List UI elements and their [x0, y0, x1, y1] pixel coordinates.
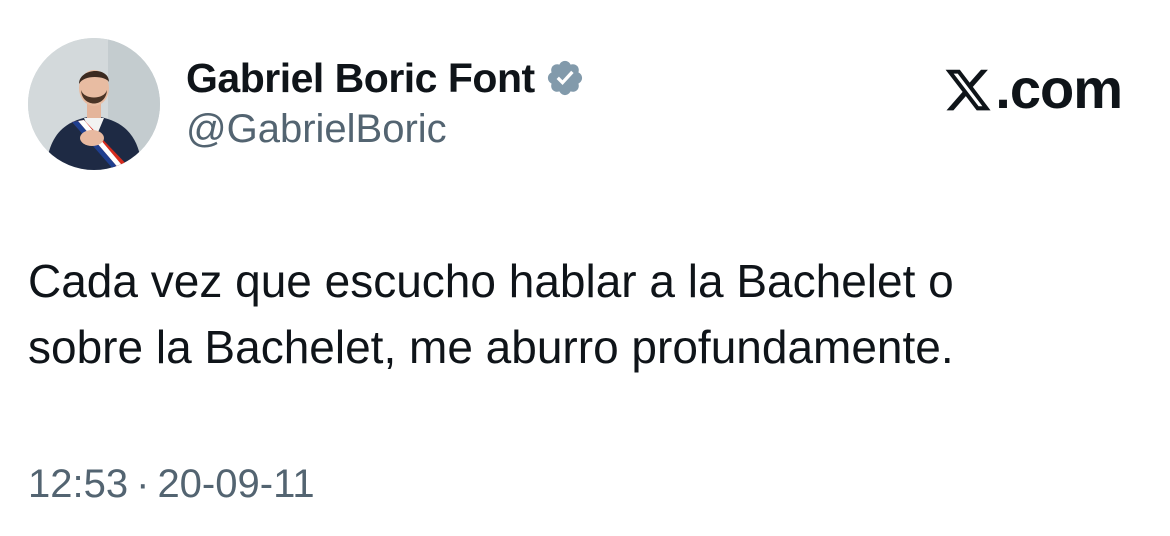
tweet-card: Gabriel Boric Font @GabrielBoric .com Ca…	[0, 0, 1170, 536]
display-name[interactable]: Gabriel Boric Font	[186, 55, 535, 102]
avatar-photo	[28, 38, 160, 170]
tweet-text-line: sobre la Bachelet, me aburro profundamen…	[28, 321, 954, 373]
tweet-date: 20-09-11	[157, 462, 315, 506]
tweet-text-line: Cada vez que escucho hablar a la Bachele…	[28, 255, 954, 307]
x-com-logo: .com	[943, 56, 1123, 120]
x-logo-icon	[943, 63, 993, 113]
site-logo-text: .com	[995, 56, 1123, 120]
meta-separator: ·	[136, 462, 150, 506]
avatar[interactable]	[28, 38, 160, 170]
verified-badge-icon[interactable]	[545, 58, 585, 98]
tweet-time: 12:53	[28, 462, 129, 506]
author-handle[interactable]: @GabrielBoric	[186, 107, 447, 152]
tweet-timestamp[interactable]: 12:53 · 20-09-11	[28, 462, 315, 507]
author-row: Gabriel Boric Font	[186, 52, 585, 104]
tweet-text: Cada vez que escucho hablar a la Bachele…	[28, 248, 1138, 380]
